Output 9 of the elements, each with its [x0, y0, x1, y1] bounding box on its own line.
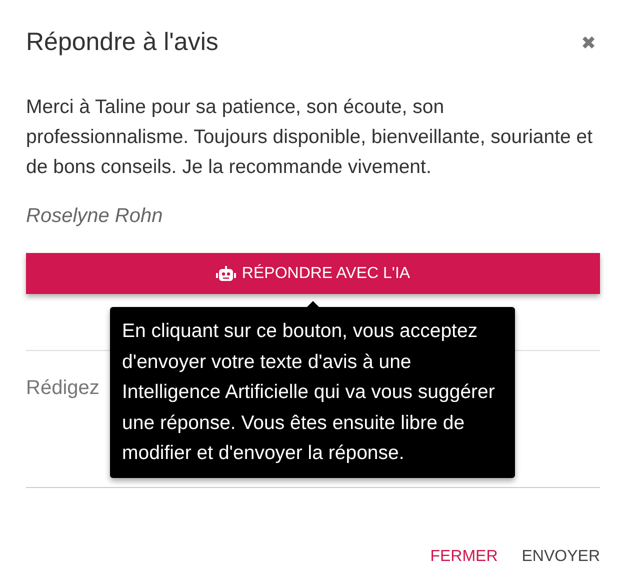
- close-button[interactable]: FERMER: [430, 548, 498, 566]
- ai-reply-button[interactable]: RÉPONDRE AVEC L'IA: [26, 253, 600, 294]
- review-author: Roselyne Rohn: [26, 205, 164, 228]
- tooltip: En cliquant sur ce bouton, vous acceptez d'envoyer votre texte d'avis à une Intelligence Artificielle qui va vous suggérer une réponse. Vous êtes ensuite libre de modifier et d'envoyer la réponse.: [110, 307, 515, 478]
- dialog-title: Répondre à l'avis: [26, 28, 218, 57]
- robot-icon: [216, 266, 236, 282]
- review-text: Merci à Taline pour sa patience, son écoute, son professionnalisme. Toujours disponible, bienveillante, souriante et de bons conseils. Je la recommande vivement.: [26, 95, 594, 180]
- close-button[interactable]: ✖: [577, 32, 600, 54]
- send-button[interactable]: ENVOYER: [522, 548, 600, 566]
